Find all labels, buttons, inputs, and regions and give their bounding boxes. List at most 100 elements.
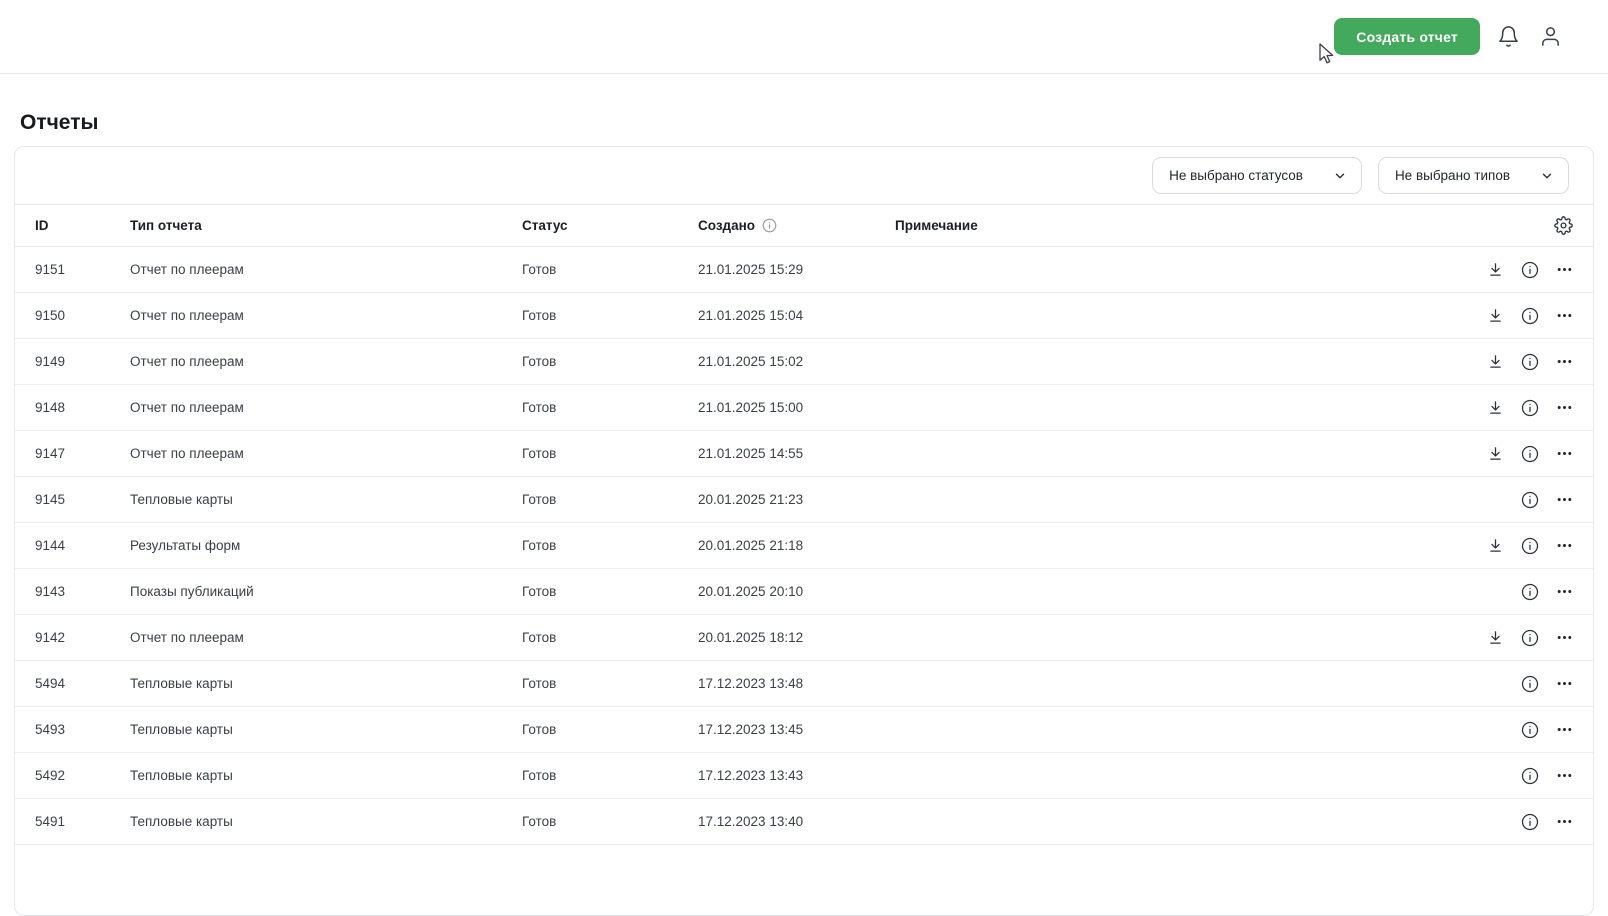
row-actions: [1443, 813, 1573, 831]
cell-status: Готов: [522, 676, 557, 691]
cell-id: 9142: [35, 630, 66, 645]
table-row: 9148 Отчет по плеерам Готов 21.01.2025 1…: [15, 385, 1593, 431]
download-button[interactable]: [1487, 307, 1504, 324]
row-more-button[interactable]: [1556, 813, 1573, 830]
row-more-button[interactable]: [1556, 261, 1573, 278]
download-icon: [1487, 537, 1504, 554]
cell-id: 5494: [35, 676, 66, 691]
table-row: 5493 Тепловые карты Готов 17.12.2023 13:…: [15, 707, 1593, 753]
row-info-button[interactable]: [1521, 583, 1539, 601]
row-info-button[interactable]: [1521, 767, 1539, 785]
column-header-status: Статус: [522, 218, 568, 233]
cell-id: 9148: [35, 400, 66, 415]
cell-id: 9145: [35, 492, 66, 507]
download-icon: [1487, 261, 1504, 278]
download-button[interactable]: [1487, 629, 1504, 646]
info-icon: [1521, 721, 1539, 739]
info-icon: [1521, 353, 1539, 371]
row-actions: [1443, 721, 1573, 739]
type-filter-dropdown[interactable]: Не выбрано типов: [1377, 157, 1569, 194]
cell-status: Готов: [522, 492, 557, 507]
info-icon: [1521, 583, 1539, 601]
row-more-button[interactable]: [1556, 491, 1573, 508]
download-button[interactable]: [1487, 353, 1504, 370]
row-info-button[interactable]: [1521, 353, 1539, 371]
column-header-created: Создано: [698, 218, 895, 233]
row-actions: [1443, 629, 1573, 647]
row-more-button[interactable]: [1556, 675, 1573, 692]
cell-id: 9147: [35, 446, 66, 461]
cell-created: 20.01.2025 21:18: [698, 538, 804, 553]
ellipsis-icon: [1556, 721, 1573, 738]
row-info-button[interactable]: [1521, 399, 1539, 417]
ellipsis-icon: [1556, 261, 1573, 278]
row-info-button[interactable]: [1521, 537, 1539, 555]
row-actions: [1443, 583, 1573, 601]
chevron-down-icon: [1540, 169, 1554, 183]
row-info-button[interactable]: [1521, 307, 1539, 325]
ellipsis-icon: [1556, 491, 1573, 508]
type-filter-label: Не выбрано типов: [1394, 168, 1510, 183]
create-report-button[interactable]: Создать отчет: [1334, 18, 1480, 55]
status-filter-dropdown[interactable]: Не выбрано статусов: [1152, 157, 1362, 194]
row-info-button[interactable]: [1521, 491, 1539, 509]
cell-type: Отчет по плеерам: [130, 354, 244, 369]
ellipsis-icon: [1556, 307, 1573, 324]
notifications-button[interactable]: [1494, 23, 1522, 51]
cell-type: Отчет по плеерам: [130, 630, 244, 645]
info-icon: [1521, 491, 1539, 509]
row-info-button[interactable]: [1521, 721, 1539, 739]
row-more-button[interactable]: [1556, 307, 1573, 324]
row-info-button[interactable]: [1521, 629, 1539, 647]
cell-type: Отчет по плеерам: [130, 308, 244, 323]
cell-type: Тепловые карты: [130, 768, 233, 783]
download-button[interactable]: [1487, 399, 1504, 416]
row-more-button[interactable]: [1556, 445, 1573, 462]
download-button[interactable]: [1487, 261, 1504, 278]
download-button[interactable]: [1487, 445, 1504, 462]
table-row: 5494 Тепловые карты Готов 17.12.2023 13:…: [15, 661, 1593, 707]
column-header-note: Примечание: [895, 218, 978, 233]
row-more-button[interactable]: [1556, 629, 1573, 646]
table-row: 9145 Тепловые карты Готов 20.01.2025 21:…: [15, 477, 1593, 523]
table-row: 9149 Отчет по плеерам Готов 21.01.2025 1…: [15, 339, 1593, 385]
cell-id: 9151: [35, 262, 66, 277]
account-button[interactable]: [1536, 23, 1564, 51]
info-icon: [1521, 813, 1539, 831]
cell-status: Готов: [522, 584, 557, 599]
row-more-button[interactable]: [1556, 537, 1573, 554]
cell-created: 20.01.2025 20:10: [698, 584, 804, 599]
download-button[interactable]: [1487, 537, 1504, 554]
info-icon[interactable]: [762, 218, 777, 233]
row-info-button[interactable]: [1521, 445, 1539, 463]
table-row: 9144 Результаты форм Готов 20.01.2025 21…: [15, 523, 1593, 569]
row-info-button[interactable]: [1521, 261, 1539, 279]
column-header-created-label: Создано: [698, 218, 756, 233]
row-info-button[interactable]: [1521, 675, 1539, 693]
ellipsis-icon: [1556, 813, 1573, 830]
row-actions: [1443, 353, 1573, 371]
row-actions: [1443, 261, 1573, 279]
row-actions: [1443, 445, 1573, 463]
row-actions: [1443, 675, 1573, 693]
table-row: 9142 Отчет по плеерам Готов 20.01.2025 1…: [15, 615, 1593, 661]
cell-type: Тепловые карты: [130, 814, 233, 829]
row-more-button[interactable]: [1556, 583, 1573, 600]
cell-status: Готов: [522, 538, 557, 553]
cell-created: 21.01.2025 14:55: [698, 446, 804, 461]
column-header-type: Тип отчета: [130, 218, 202, 233]
cell-created: 20.01.2025 21:23: [698, 492, 804, 507]
row-more-button[interactable]: [1556, 767, 1573, 784]
table-row: 9151 Отчет по плеерам Готов 21.01.2025 1…: [15, 247, 1593, 293]
cell-status: Готов: [522, 630, 557, 645]
cell-id: 9149: [35, 354, 66, 369]
row-info-button[interactable]: [1521, 813, 1539, 831]
row-more-button[interactable]: [1556, 399, 1573, 416]
table-settings-button[interactable]: [1554, 216, 1573, 235]
cell-created: 21.01.2025 15:02: [698, 354, 804, 369]
cell-type: Отчет по плеерам: [130, 446, 244, 461]
row-more-button[interactable]: [1556, 721, 1573, 738]
row-more-button[interactable]: [1556, 353, 1573, 370]
info-icon: [1521, 307, 1539, 325]
info-icon: [1521, 445, 1539, 463]
